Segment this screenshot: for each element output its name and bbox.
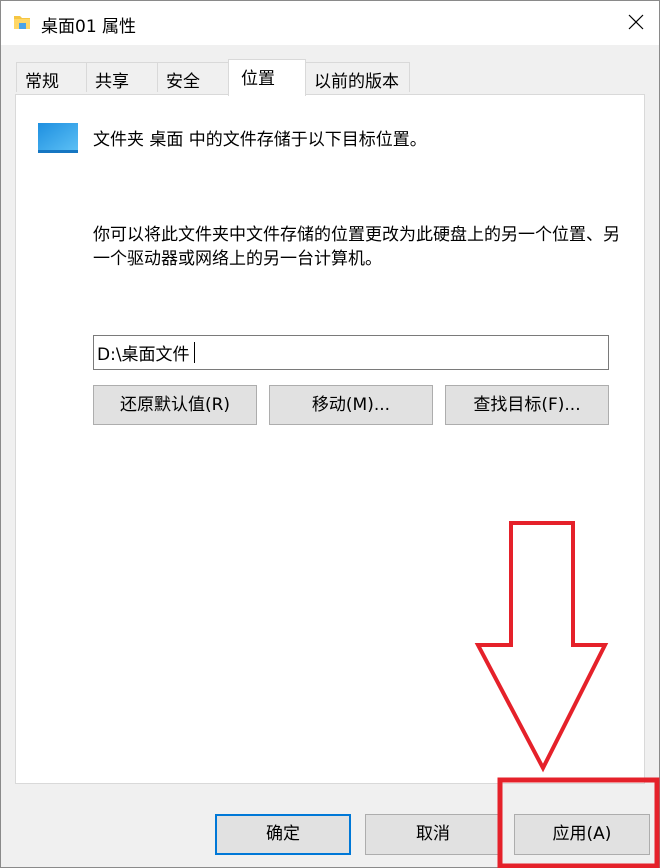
annotation-overlay	[474, 521, 660, 868]
highlight-box-annotation	[497, 777, 660, 868]
tab-location[interactable]: 位置	[228, 59, 306, 96]
down-arrow-annotation	[474, 521, 609, 773]
tab-label: 位置	[241, 69, 275, 89]
